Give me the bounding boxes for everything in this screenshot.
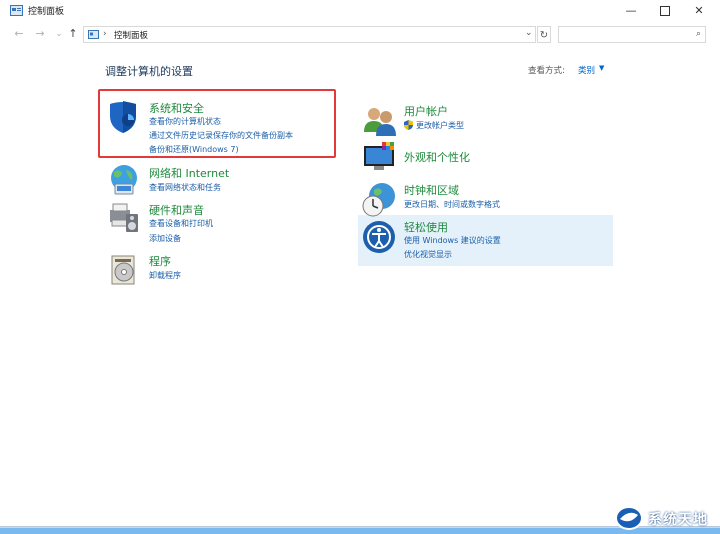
link-backup-restore[interactable]: 备份和还原(Windows 7) (149, 144, 239, 155)
chevron-down-icon[interactable]: ▼ (599, 64, 604, 72)
address-dropdown-icon[interactable]: ⌄ (525, 28, 533, 38)
category-title-network[interactable]: 网络和 Internet (149, 165, 229, 181)
category-title-system-security[interactable]: 系统和安全 (149, 100, 204, 116)
link-optimize-visual-display[interactable]: 优化视觉显示 (404, 249, 452, 260)
category-title-user-accounts[interactable]: 用户帐户 (404, 103, 448, 119)
breadcrumb-separator: › (103, 29, 107, 39)
refresh-button[interactable]: ↻ (537, 26, 551, 43)
users-icon (364, 108, 396, 136)
shield-icon (110, 101, 136, 133)
watermark-text: 系统天地 (648, 512, 708, 528)
view-by-dropdown[interactable]: 类别 (578, 64, 595, 76)
forward-button[interactable]: → (33, 27, 47, 41)
page-title: 调整计算机的设置 (105, 65, 193, 78)
control-panel-window: 控制面板 — ✕ ← → ⌄ ↑ › 控制面板 ⌄ ↻ ⌕ 调整计算机的设置 查… (0, 0, 720, 527)
link-file-history[interactable]: 通过文件历史记录保存你的文件备份副本 (149, 130, 293, 141)
maximize-icon (660, 6, 670, 16)
title-bar: 控制面板 — ✕ (0, 0, 720, 22)
search-input[interactable]: ⌕ (558, 26, 706, 43)
control-panel-icon (88, 30, 99, 39)
category-title-ease-of-access[interactable]: 轻松使用 (404, 219, 448, 235)
view-by-label: 查看方式: (528, 66, 565, 76)
link-network-status[interactable]: 查看网络状态和任务 (149, 182, 221, 193)
link-recommended-settings[interactable]: 使用 Windows 建议的设置 (404, 235, 501, 246)
link-change-date-time-format[interactable]: 更改日期、时间或数字格式 (404, 199, 500, 210)
address-bar[interactable]: › 控制面板 ⌄ (83, 26, 536, 43)
link-add-device[interactable]: 添加设备 (149, 233, 181, 244)
category-title-programs[interactable]: 程序 (149, 253, 171, 269)
network-globe-icon (111, 165, 137, 195)
link-uninstall-program[interactable]: 卸载程序 (149, 270, 181, 281)
monitor-palette-icon (364, 142, 394, 170)
control-panel-icon (10, 5, 23, 16)
category-title-appearance[interactable]: 外观和个性化 (404, 149, 470, 165)
recent-locations-button[interactable]: ⌄ (52, 27, 66, 41)
program-disc-icon (111, 255, 135, 285)
breadcrumb[interactable]: 控制面板 (114, 29, 148, 41)
maximize-button[interactable] (648, 0, 682, 22)
link-devices-printers[interactable]: 查看设备和打印机 (149, 218, 213, 229)
close-button[interactable]: ✕ (682, 0, 716, 22)
up-button[interactable]: ↑ (66, 27, 80, 41)
printer-speaker-icon (110, 203, 138, 232)
accessibility-icon (363, 221, 395, 253)
link-change-account-type[interactable]: 更改帐户类型 (416, 120, 464, 131)
category-title-clock-region[interactable]: 时钟和区域 (404, 182, 459, 198)
minimize-button[interactable]: — (614, 0, 648, 22)
clock-globe-icon (362, 183, 395, 217)
watermark-logo-icon (615, 506, 643, 530)
link-view-computer-status[interactable]: 查看你的计算机状态 (149, 116, 221, 127)
uac-shield-icon (404, 120, 413, 130)
back-button[interactable]: ← (12, 27, 26, 41)
search-icon[interactable]: ⌕ (696, 29, 701, 39)
window-title: 控制面板 (28, 7, 65, 17)
category-title-hardware-sound[interactable]: 硬件和声音 (149, 202, 204, 218)
